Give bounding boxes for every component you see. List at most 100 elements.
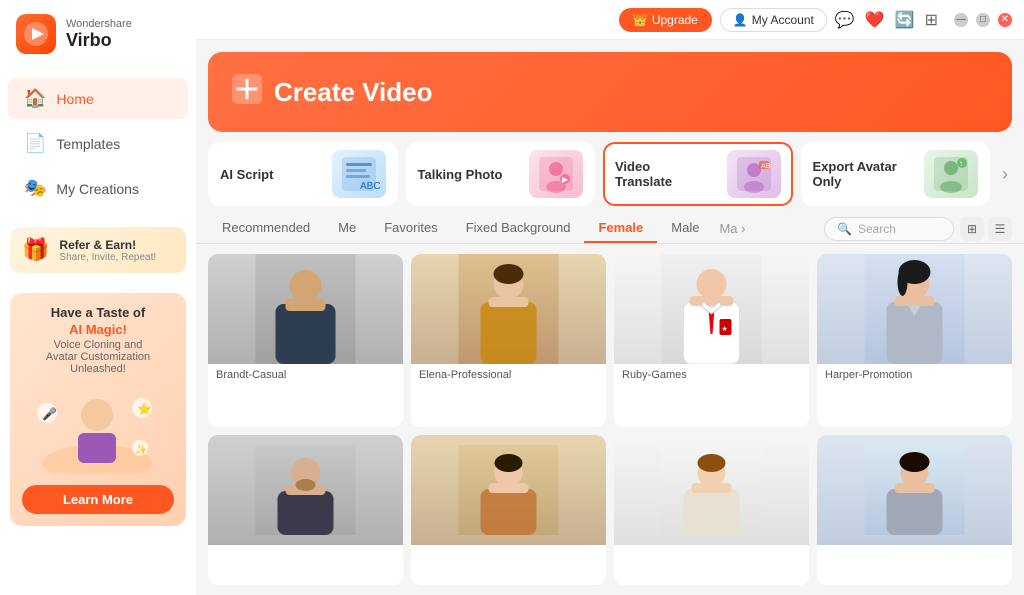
avatar-card-brandt[interactable]: Brandt-Casual [208,254,403,427]
refer-banner[interactable]: 🎁 Refer & Earn! Share, Invite, Repeat! [10,227,186,273]
svg-text:ABC: ABC [360,181,380,192]
sidebar: Wondershare Virbo 🏠 Home 📄 Templates 🎭 M… [0,0,196,595]
avatar-card-5[interactable] [208,435,403,586]
main-content: 👑 Upgrade 👤 My Account 💬 ❤️ 🔄 ⊞ — □ ✕ [196,0,1024,595]
avatar-card-7[interactable] [614,435,809,586]
svg-text:★: ★ [722,325,728,333]
my-creations-icon: 🎭 [24,178,46,199]
avatar-img-harper [817,254,1012,364]
sidebar-item-templates[interactable]: 📄 Templates [8,123,188,164]
ai-script-thumb: ABC [332,150,386,198]
avatar-label-brandt: Brandt-Casual [208,364,403,386]
avatar-card-ruby[interactable]: ★ Ruby-Games [614,254,809,427]
titlebar: 👑 Upgrade 👤 My Account 💬 ❤️ 🔄 ⊞ — □ ✕ [196,0,1024,40]
svg-text:⭐: ⭐ [137,402,152,416]
create-video-banner[interactable]: Create Video [208,52,1012,132]
avatar-card-8[interactable] [817,435,1012,586]
close-button[interactable]: ✕ [998,13,1012,27]
promo-title: Have a Taste of [22,305,174,320]
sidebar-item-home[interactable]: 🏠 Home [8,78,188,119]
sidebar-item-creations-label: My Creations [56,181,138,197]
chat-icon[interactable]: 💬 [835,10,855,30]
upgrade-button[interactable]: 👑 Upgrade [619,8,712,32]
crown-icon: 👑 [633,13,648,27]
create-video-label: Create Video [274,77,432,108]
svg-text:↑: ↑ [959,159,963,168]
logo-area: Wondershare Virbo [0,0,196,68]
logo-text: Wondershare Virbo [66,18,132,51]
list-view-button[interactable]: ☰ [988,217,1012,241]
avatar-img-elena [411,254,606,364]
tab-me[interactable]: Me [324,214,370,243]
avatar-img-brandt [208,254,403,364]
tab-male[interactable]: Male [657,214,713,243]
promo-sub: Voice Cloning and Avatar Customization U… [22,339,174,375]
avatar-grid: Brandt-Casual [196,244,1024,595]
cards-next-arrow[interactable]: › [998,142,1012,206]
templates-icon: 📄 [24,133,46,154]
avatar-card-harper[interactable]: Harper-Promotion [817,254,1012,427]
avatar-card-6[interactable] [411,435,606,586]
export-avatar-label: Export Avatar Only [813,159,917,189]
sidebar-item-templates-label: Templates [56,136,120,152]
promo-illustration: 🎤 ⭐ ✨ [22,383,174,473]
promo-banner: Have a Taste of AI Magic! Voice Cloning … [10,293,186,526]
maximize-button[interactable]: □ [976,13,990,27]
minimize-button[interactable]: — [954,13,968,27]
video-translate-thumb: AB [727,150,781,198]
avatar-img-8 [817,435,1012,545]
avatar-img-6 [411,435,606,545]
refer-text: Refer & Earn! Share, Invite, Repeat! [59,238,156,263]
search-icon: 🔍 [837,222,852,236]
feedback-icon[interactable]: ❤️ [865,10,885,30]
avatar-label-harper: Harper-Promotion [817,364,1012,386]
tab-fixed-background[interactable]: Fixed Background [452,214,585,243]
refer-icon: 🎁 [22,237,49,263]
svg-text:▶: ▶ [562,175,569,184]
refresh-icon[interactable]: 🔄 [895,10,915,30]
grid-view-button[interactable]: ⊞ [960,217,984,241]
avatar-label-elena: Elena-Professional [411,364,606,386]
tab-recommended[interactable]: Recommended [208,214,324,243]
feature-card-export-avatar[interactable]: Export Avatar Only ↑ [801,142,991,206]
svg-text:✨: ✨ [135,444,147,456]
video-translate-label: VideoTranslate [615,159,719,189]
titlebar-icons: 💬 ❤️ 🔄 ⊞ [835,10,938,30]
sidebar-item-my-creations[interactable]: 🎭 My Creations [8,168,188,209]
account-button[interactable]: 👤 My Account [720,8,827,32]
grid-icon[interactable]: ⊞ [925,10,938,30]
search-area: 🔍 Search ⊞ ☰ [824,217,1012,241]
refer-title: Refer & Earn! [59,238,156,252]
feature-card-ai-script[interactable]: AI Script ABC [208,142,398,206]
svg-text:AB: AB [761,163,771,170]
search-box[interactable]: 🔍 Search [824,217,954,241]
window-controls: — □ ✕ [954,13,1012,27]
learn-more-button[interactable]: Learn More [22,485,174,514]
tab-female[interactable]: Female [584,214,657,243]
talking-photo-thumb: ▶ [529,150,583,198]
avatar-img-ruby: ★ [614,254,809,364]
home-icon: 🏠 [24,88,46,109]
app-logo [16,14,56,54]
sidebar-navigation: 🏠 Home 📄 Templates 🎭 My Creations [0,68,196,219]
account-icon: 👤 [733,13,748,27]
tab-favorites[interactable]: Favorites [370,214,451,243]
talking-photo-label: Talking Photo [418,167,522,182]
create-video-icon [232,74,262,111]
refer-sub: Share, Invite, Repeat! [59,252,156,263]
avatar-img-7 [614,435,809,545]
avatar-label-ruby: Ruby-Games [614,364,809,386]
feature-card-video-translate[interactable]: VideoTranslate AB [603,142,793,206]
ai-script-label: AI Script [220,167,324,182]
feature-card-talking-photo[interactable]: Talking Photo ▶ [406,142,596,206]
feature-cards-row: AI Script ABC Talking Photo [196,132,1024,206]
svg-text:🎤: 🎤 [42,406,57,421]
sidebar-item-home-label: Home [56,91,93,107]
brand-name: Wondershare [66,18,132,30]
export-avatar-thumb: ↑ [924,150,978,198]
promo-highlight: AI Magic! [22,322,174,337]
search-placeholder: Search [858,222,896,236]
tab-more[interactable]: Ma › [713,215,751,242]
avatar-card-elena[interactable]: Elena-Professional [411,254,606,427]
avatar-img-5 [208,435,403,545]
